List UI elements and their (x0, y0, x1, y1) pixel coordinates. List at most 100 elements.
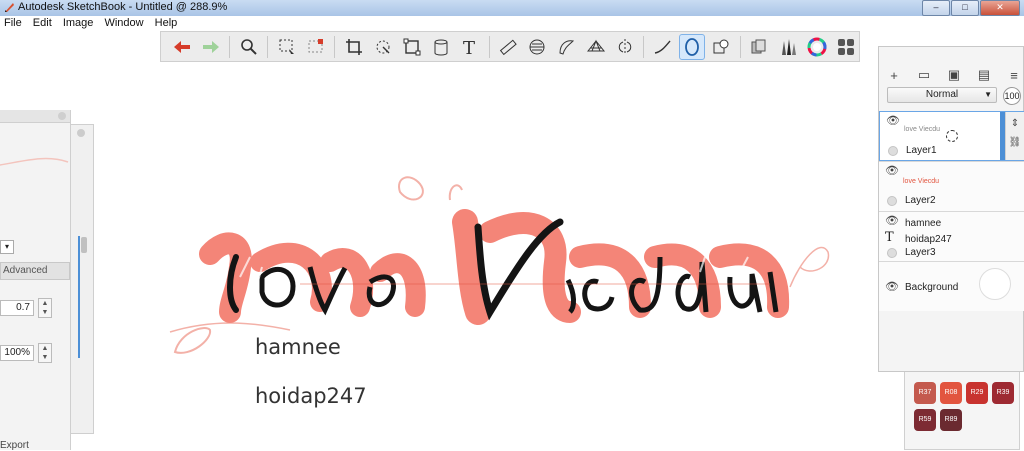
symmetry-button[interactable] (612, 34, 637, 60)
swatches-button[interactable] (834, 34, 859, 60)
ellipse-thumb-icon (946, 130, 958, 142)
layer-row-layer2[interactable]: 👁 love Viecdu Layer2 (879, 161, 1024, 211)
undo-button[interactable] (169, 34, 194, 60)
french-curve-button[interactable] (554, 34, 579, 60)
eye-icon[interactable]: 👁 (886, 114, 900, 127)
brush-dropdown[interactable]: ▾ (0, 240, 14, 254)
swatch-label: R29 (970, 389, 984, 396)
menu-icon[interactable]: ≡ (1005, 67, 1023, 83)
move-layer-icon[interactable]: ⇕ (1006, 118, 1024, 129)
blend-mode-label: Normal (925, 89, 959, 100)
main-toolbar: T (160, 31, 860, 62)
transform-button[interactable] (370, 34, 395, 60)
menu-window[interactable]: Window (100, 16, 147, 30)
redo-arrow-icon (202, 40, 219, 53)
canvas-text-hoidap247: hoidap247 (255, 384, 367, 408)
ellipse-guide-button[interactable] (525, 34, 550, 60)
brush-library-icon (782, 38, 797, 55)
export-label[interactable]: Export (0, 440, 29, 451)
ruler-button[interactable] (496, 34, 521, 60)
layer-name: Layer2 (905, 195, 936, 206)
opacity-control[interactable]: 100 (1003, 87, 1021, 105)
swatch-label: R89 (944, 416, 958, 423)
distort-button[interactable] (400, 34, 425, 60)
swatch-r08[interactable]: R08 (940, 382, 962, 404)
add-layer-icon[interactable]: + (885, 67, 903, 83)
eye-icon[interactable]: 👁 (885, 280, 899, 293)
panel-header (0, 110, 70, 123)
brush-param-stepper[interactable]: ▲ ▼ (38, 298, 52, 318)
image-icon[interactable]: ▣ (945, 67, 963, 83)
lock-icon[interactable]: ⛓ (1006, 137, 1024, 148)
swatch-r89[interactable]: R89 (940, 409, 962, 431)
brush-opacity-stepper[interactable]: ▲ ▼ (38, 343, 52, 363)
color-wheel-button[interactable] (805, 34, 830, 60)
swatch-r39[interactable]: R39 (992, 382, 1014, 404)
eye-icon[interactable]: 👁 (885, 164, 899, 177)
toolbar-divider (229, 35, 231, 58)
text-layer-icon: T (885, 230, 894, 245)
layer-radio[interactable] (887, 248, 897, 258)
ruler-icon (500, 39, 518, 55)
menu-file[interactable]: File (0, 16, 26, 30)
zoom-button[interactable] (236, 34, 261, 60)
shapes-icon (713, 39, 729, 53)
panel-focus-bar (78, 236, 80, 358)
text-tool-button[interactable]: T (458, 34, 483, 60)
swatch-r37[interactable]: R37 (914, 382, 936, 404)
maximize-button[interactable]: □ (951, 0, 979, 16)
close-button[interactable]: ✕ (980, 0, 1020, 16)
minimize-button[interactable]: – (922, 0, 950, 16)
window-title: Autodesk SketchBook - Untitled @ 288.9% (18, 1, 228, 13)
ellipse-tool-button[interactable] (679, 33, 705, 60)
drawing-canvas[interactable]: hamnee hoidap247 (0, 62, 1024, 450)
swatch-r59[interactable]: R59 (914, 409, 936, 431)
perspective-button[interactable] (583, 34, 608, 60)
panel-close-dot[interactable] (58, 112, 66, 120)
layer-row-background[interactable]: 👁 Background (879, 261, 1024, 311)
crop-button[interactable] (341, 34, 366, 60)
title-bar: Autodesk SketchBook - Untitled @ 288.9% … (0, 0, 1024, 17)
toolbar-divider (643, 35, 645, 58)
copic-library-button[interactable] (747, 34, 772, 60)
brush-properties-panel: ▾ Advanced 0.7 ▲ ▼ 100% ▲ ▼ Export (0, 110, 71, 451)
lasso-select-button[interactable] (274, 34, 299, 60)
layer-radio[interactable] (888, 146, 898, 156)
panel-close-dot[interactable] (77, 129, 85, 137)
brush-param-field[interactable]: 0.7 (0, 300, 34, 316)
bucket-button[interactable] (429, 34, 454, 60)
shapes-button[interactable] (709, 34, 734, 60)
blend-mode-dropdown[interactable]: Normal ▼ (887, 87, 997, 103)
swatch-label: R39 (996, 389, 1010, 396)
layer-row-layer1[interactable]: 👁 love Viecdu Layer1 ⇕ ⛓ (879, 111, 1024, 161)
layer-thumbnail: love Viecdu (903, 178, 940, 185)
layer-side-controls: ⇕ ⛓ (1005, 112, 1024, 160)
layer-name: Layer3 (905, 247, 936, 258)
svg-text:T: T (463, 38, 475, 57)
artwork-layer (169, 176, 830, 354)
advanced-tab[interactable]: Advanced (0, 262, 70, 280)
swatch-label: R37 (918, 389, 932, 396)
undo-arrow-icon (173, 40, 190, 53)
panel-scrollbar[interactable] (81, 237, 87, 253)
brush-opacity-field[interactable]: 100% (0, 345, 34, 361)
layer-style-icon[interactable]: ▤ (975, 67, 993, 83)
layer-row-layer3[interactable]: 👁 hamnee T hoidap247 Layer3 (879, 211, 1024, 261)
select-rect-button[interactable] (303, 34, 328, 60)
layer-radio[interactable] (887, 196, 897, 206)
brush-library-button[interactable] (776, 34, 801, 60)
steady-stroke-button[interactable] (650, 34, 675, 60)
swatch-r29[interactable]: R29 (966, 382, 988, 404)
swatch-label: R59 (918, 416, 932, 423)
background-color-swatch[interactable] (979, 268, 1011, 300)
color-wheel-icon (807, 37, 827, 56)
menu-help[interactable]: Help (151, 16, 182, 30)
menu-image[interactable]: Image (59, 16, 98, 30)
redo-button[interactable] (198, 34, 223, 60)
swatch-label: R08 (944, 389, 958, 396)
folder-icon[interactable]: ▭ (915, 67, 933, 83)
layer-text-item: hamnee (905, 218, 942, 229)
menu-edit[interactable]: Edit (29, 16, 56, 30)
ellipse-tool-icon (685, 37, 699, 56)
eye-icon[interactable]: 👁 (885, 214, 899, 227)
